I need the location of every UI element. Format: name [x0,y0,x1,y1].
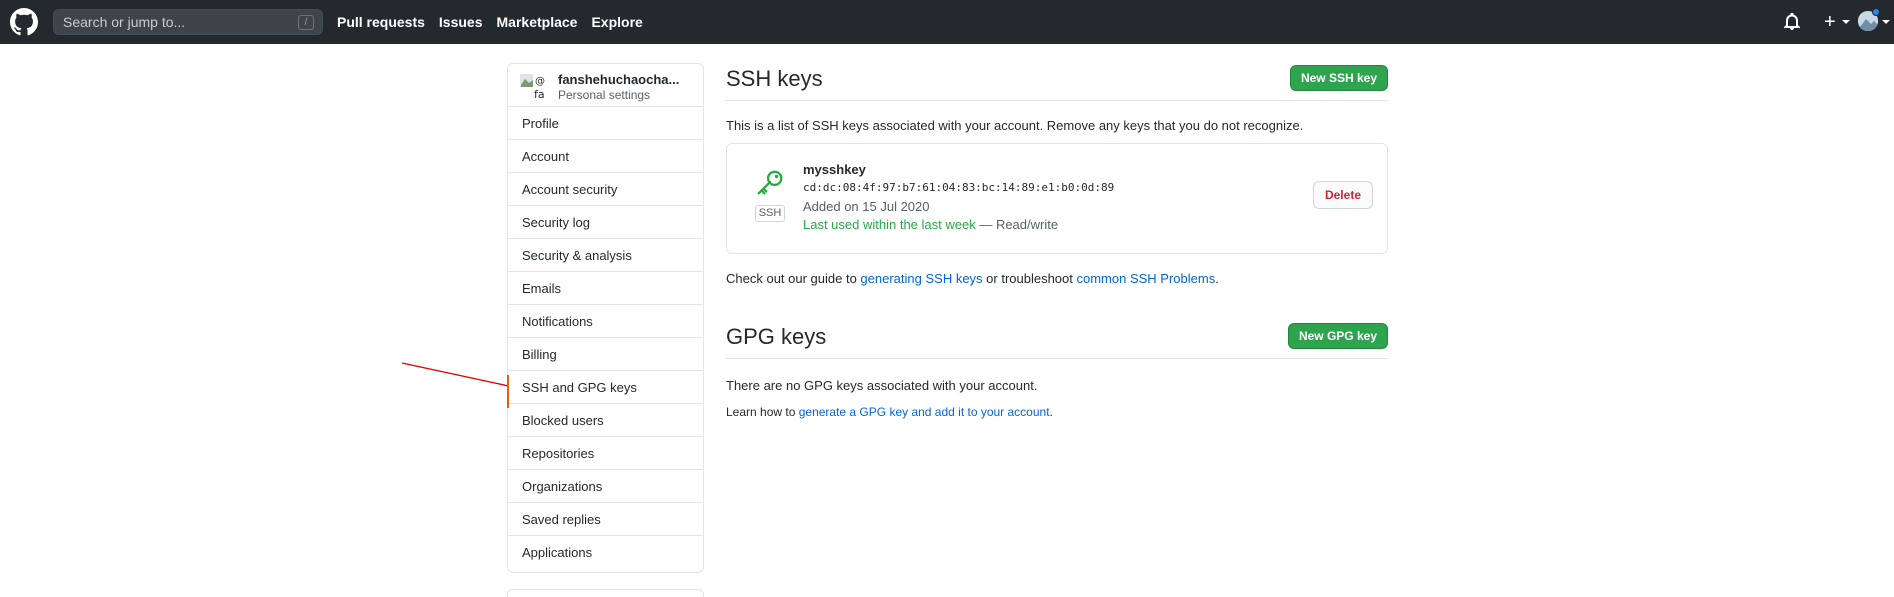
ssh-key-added-date: Added on 15 Jul 2020 [803,199,930,214]
key-icon [757,170,783,195]
settings-sidebar: @ fa fanshehuchaocha... Personal setting… [507,63,704,573]
sidebar-username[interactable]: fanshehuchaocha... [558,72,679,87]
new-gpg-key-button[interactable]: New GPG key [1287,323,1388,349]
nav-explore[interactable]: Explore [591,14,642,30]
profile-avatar[interactable]: @ fa [520,72,548,101]
ssh-section-title: SSH keys [726,66,823,91]
nav-pull-requests[interactable]: Pull requests [337,14,425,30]
sidebar-item-billing[interactable]: Billing [508,338,703,371]
new-ssh-key-button[interactable]: New SSH key [1289,65,1388,91]
avatar-dropdown-caret-icon[interactable] [1882,20,1890,24]
ssh-key-item: SSH mysshkey cd:dc:08:4f:97:b7:61:04:83:… [726,143,1388,254]
sidebar-item-account-security[interactable]: Account security [508,173,703,206]
search-placeholder: Search or jump to... [63,14,186,30]
gpg-learn-text: Learn how to generate a GPG key and add … [726,405,1053,419]
gpg-learn-prefix: Learn how to [726,405,799,419]
sidebar-item-organizations[interactable]: Organizations [508,470,703,503]
sidebar-item-applications[interactable]: Applications [508,536,703,569]
plus-dropdown-caret-icon[interactable] [1842,20,1850,24]
gpg-learn-suffix: . [1049,405,1053,419]
generate-gpg-key-link[interactable]: generate a GPG key and add it to your ac… [799,405,1050,419]
top-header: Search or jump to... / Pull requests Iss… [0,0,1894,44]
sidebar-item-saved-replies[interactable]: Saved replies [508,503,703,536]
ssh-description: This is a list of SSH keys associated wi… [726,118,1304,133]
ssh-key-access: — Read/write [975,217,1059,232]
sidebar-secondary-box [507,589,704,597]
ssh-badge: SSH [755,205,785,222]
gpg-empty-message: There are no GPG keys associated with yo… [726,378,1038,393]
github-logo-icon[interactable] [10,8,38,36]
ssh-key-last-used: Last used within the last week — Read/wr… [803,217,1058,232]
ssh-guide-prefix: Check out our guide to [726,271,861,286]
ssh-key-last-used-text: Last used within the last week [803,217,976,232]
gpg-section-title: GPG keys [726,324,827,349]
sidebar-item-notifications[interactable]: Notifications [508,305,703,338]
sidebar-item-emails[interactable]: Emails [508,272,703,305]
nav-marketplace[interactable]: Marketplace [497,14,578,30]
sidebar-item-profile[interactable]: Profile [508,107,703,140]
ssh-key-name: mysshkey [803,162,866,177]
header-nav: Pull requests Issues Marketplace Explore [337,0,657,44]
header-actions: + [1734,0,1894,44]
sidebar-item-security-log[interactable]: Security log [508,206,703,239]
ssh-guide-suffix: . [1215,271,1219,286]
sidebar-item-ssh-gpg-keys[interactable]: SSH and GPG keys [507,371,703,408]
generating-ssh-keys-link[interactable]: generating SSH keys [860,271,982,286]
sidebar-item-blocked-users[interactable]: Blocked users [508,404,703,437]
notification-dot-icon [1872,8,1880,16]
nav-issues[interactable]: Issues [439,14,483,30]
svg-text:@: @ [535,76,545,87]
ssh-guide-text: Check out our guide to generating SSH ke… [726,271,1219,286]
ssh-key-fingerprint: cd:dc:08:4f:97:b7:61:04:83:bc:14:89:e1:b… [803,181,1115,194]
main-content: SSH keys New SSH key This is a list of S… [726,63,1388,419]
search-shortcut-hint: / [298,15,314,30]
delete-ssh-key-button[interactable]: Delete [1312,181,1373,209]
ssh-guide-mid: or troubleshoot [982,271,1077,286]
create-new-plus-icon[interactable]: + [1824,12,1836,32]
svg-text:fa: fa [534,88,545,100]
sidebar-item-security-analysis[interactable]: Security & analysis [508,239,703,272]
sidebar-subtitle: Personal settings [558,88,651,102]
gpg-section-header: GPG keys New GPG key [726,321,1388,359]
bell-icon[interactable] [1784,13,1800,31]
common-ssh-problems-link[interactable]: common SSH Problems [1077,271,1216,286]
sidebar-header: @ fa fanshehuchaocha... Personal setting… [508,64,703,107]
ssh-section-header: SSH keys New SSH key [726,63,1388,101]
sidebar-item-account[interactable]: Account [508,140,703,173]
sidebar-item-repositories[interactable]: Repositories [508,437,703,470]
search-input[interactable]: Search or jump to... / [53,9,323,35]
